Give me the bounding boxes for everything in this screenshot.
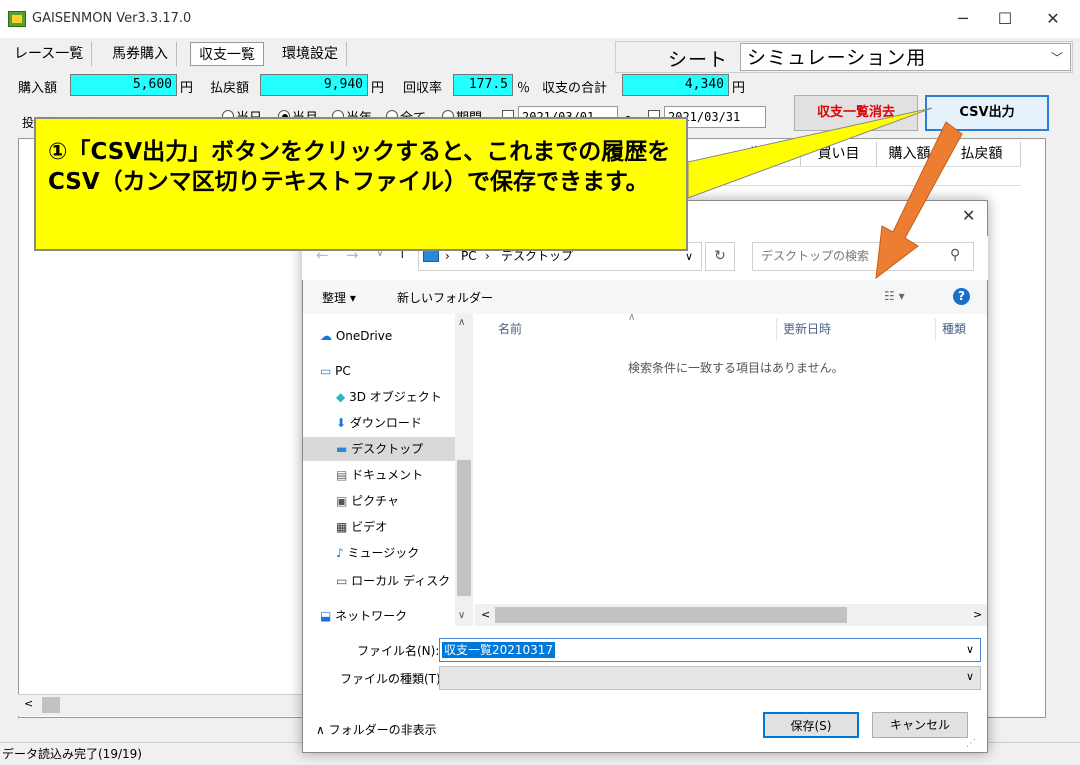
instruction-callout: ①「CSV出力」ボタンをクリックすると、これまでの履歴をCSV（カンマ区切りテキ…	[34, 117, 688, 251]
orange-arrow-icon	[875, 121, 963, 280]
callout-pointer	[687, 107, 933, 199]
callout-arrows	[687, 107, 963, 280]
